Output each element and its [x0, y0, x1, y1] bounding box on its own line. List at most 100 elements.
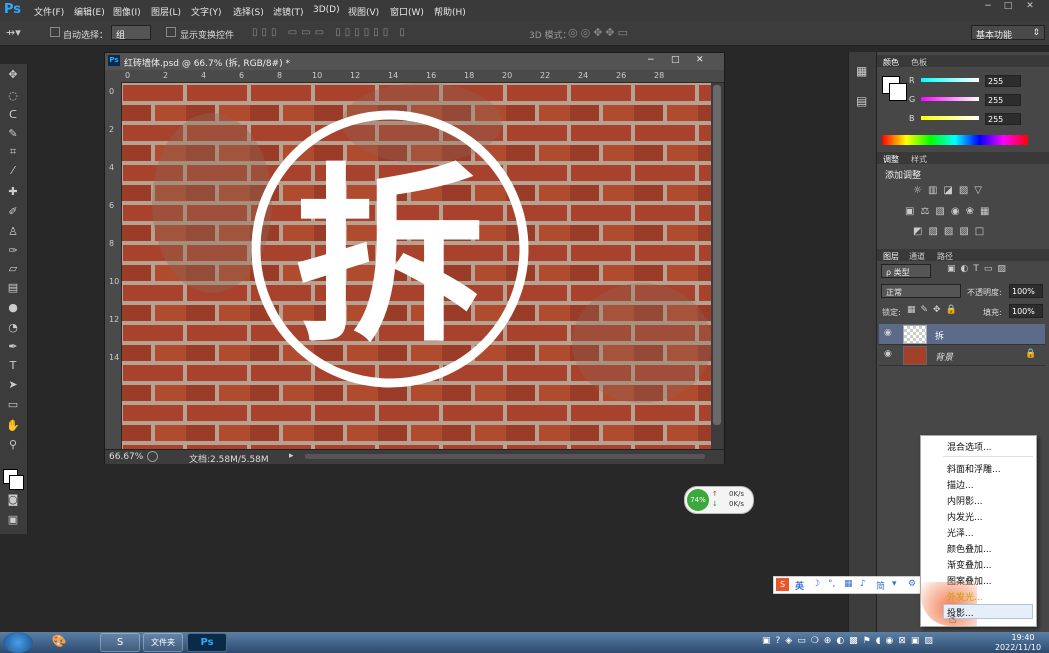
- maximize-button[interactable]: □: [998, 1, 1018, 13]
- vertical-ruler[interactable]: 0 2 4 6 8 10 12 14: [105, 82, 122, 450]
- menu-layer[interactable]: 图层(L): [151, 5, 181, 18]
- adjustment-icons-row1[interactable]: ☼▥◪▨▽: [913, 185, 1013, 196]
- background-color-swatch[interactable]: [9, 475, 24, 490]
- properties-panel-icon[interactable]: ▤: [856, 94, 867, 108]
- menu-gradient-overlay[interactable]: 渐变叠加...: [947, 558, 992, 571]
- ime-voice-icon[interactable]: ♪: [860, 579, 866, 589]
- type-tool-icon[interactable]: T: [5, 358, 21, 374]
- menu-bevel-emboss[interactable]: 斜面和浮雕...: [947, 462, 1001, 475]
- color-spectrum-bar[interactable]: [882, 135, 1028, 145]
- horizontal-scrollbar[interactable]: [305, 454, 705, 459]
- ime-toolbar[interactable]: S 英 ☽ °, ▦ ♪ 简 ▾ ⚙: [773, 576, 925, 594]
- network-monitor-widget[interactable]: 74% ↑ ↓ 0K/s 0K/s: [684, 486, 754, 514]
- menu-satin[interactable]: 光泽...: [947, 526, 974, 539]
- sogou-icon[interactable]: S: [776, 578, 789, 591]
- doc-minimize-button[interactable]: −: [647, 55, 655, 65]
- tab-channels[interactable]: 通道: [909, 251, 925, 262]
- move-tool-icon[interactable]: ✥: [5, 67, 21, 83]
- layer-filter-dropdown[interactable]: ρ 类型: [881, 264, 931, 278]
- status-arrow-icon[interactable]: ▸: [289, 451, 294, 461]
- menu-outer-glow[interactable]: 外发光...: [947, 590, 983, 603]
- blur-tool-icon[interactable]: ●: [5, 300, 21, 316]
- start-button-icon[interactable]: [3, 632, 33, 653]
- doc-close-button[interactable]: ✕: [696, 55, 704, 65]
- menu-blending-options[interactable]: 混合选项...: [947, 440, 992, 453]
- tab-color[interactable]: 颜色: [883, 57, 899, 68]
- doc-maximize-button[interactable]: □: [671, 55, 680, 65]
- screen-mode-icon[interactable]: ▣: [5, 512, 21, 528]
- menu-filter[interactable]: 滤镜(T): [273, 5, 304, 18]
- blend-mode-dropdown[interactable]: 正常: [881, 284, 961, 298]
- layer-filter-icons[interactable]: ▣◐T▭▨: [947, 264, 1011, 274]
- minimize-button[interactable]: −: [978, 1, 998, 13]
- tab-swatches[interactable]: 色板: [911, 57, 927, 68]
- eraser-tool-icon[interactable]: ▱: [5, 261, 21, 277]
- taskbar-photoshop[interactable]: Ps: [187, 633, 227, 652]
- dodge-tool-icon[interactable]: ◔: [5, 320, 21, 336]
- clock-time[interactable]: 19:40: [1003, 633, 1043, 642]
- value-b[interactable]: 255: [985, 113, 1021, 125]
- document-title-bar[interactable]: Ps 红砖墙体.psd @ 66.7% (拆, RGB/8#) * − □ ✕: [105, 53, 724, 70]
- ime-keyboard-icon[interactable]: ▦: [844, 579, 853, 589]
- value-r[interactable]: 255: [985, 75, 1021, 87]
- menu-stroke[interactable]: 描边...: [947, 478, 974, 491]
- zoom-tool-icon[interactable]: ⚲: [5, 437, 21, 453]
- pen-tool-icon[interactable]: ✒: [5, 339, 21, 355]
- ime-mode[interactable]: 简: [876, 579, 885, 592]
- taskbar-explorer[interactable]: 文件夹: [143, 633, 183, 652]
- menu-inner-shadow[interactable]: 内阴影...: [947, 494, 983, 507]
- tab-styles[interactable]: 样式: [911, 154, 927, 165]
- opacity-value[interactable]: 100%: [1009, 284, 1043, 298]
- value-g[interactable]: 255: [985, 94, 1021, 106]
- slider-r[interactable]: [921, 78, 979, 82]
- gradient-tool-icon[interactable]: ▤: [5, 280, 21, 296]
- menu-help[interactable]: 帮助(H): [434, 5, 466, 18]
- eyedropper-tool-icon[interactable]: ⁄: [5, 163, 21, 179]
- lasso-tool-icon[interactable]: ᑕ: [5, 107, 21, 123]
- tab-layers[interactable]: 图层: [883, 251, 899, 262]
- scroll-thumb[interactable]: [713, 85, 721, 425]
- crop-tool-icon[interactable]: ⌗: [5, 144, 21, 160]
- align-distribute-icons[interactable]: ▯▯▯ ▭▭▭ ▯▯▯▯▯▯ ▯: [252, 27, 512, 39]
- history-brush-icon[interactable]: ✑: [5, 243, 21, 259]
- menu-type[interactable]: 文字(Y): [191, 5, 222, 18]
- quick-mask-icon[interactable]: ◙: [5, 492, 21, 508]
- menu-edit[interactable]: 编辑(E): [74, 5, 105, 18]
- media-player-icon[interactable]: 🎨: [48, 634, 70, 651]
- clock-date[interactable]: 2022/11/10: [992, 643, 1044, 652]
- quick-select-tool-icon[interactable]: ✎: [5, 126, 21, 142]
- show-transform-checkbox[interactable]: [166, 27, 176, 37]
- ime-skin-icon[interactable]: ▾: [892, 579, 897, 589]
- vertical-scrollbar[interactable]: [711, 83, 723, 449]
- horizontal-ruler[interactable]: 0 2 4 6 8 10 12 14 16 18 20 22 24 26 28: [105, 70, 724, 83]
- menu-image[interactable]: 图像(I): [113, 5, 141, 18]
- menu-view[interactable]: 视图(V): [348, 5, 379, 18]
- ime-moon-icon[interactable]: ☽: [812, 579, 820, 589]
- slider-b[interactable]: [921, 116, 979, 120]
- healing-brush-icon[interactable]: ✚: [5, 184, 21, 200]
- auto-select-dropdown[interactable]: 组: [111, 25, 151, 41]
- workspace-dropdown[interactable]: 基本功能 ⇕: [971, 25, 1045, 41]
- ime-settings-icon[interactable]: ⚙: [908, 579, 916, 589]
- move-tool-icon[interactable]: ⇸▾: [6, 26, 21, 39]
- 3d-mode-icons[interactable]: ◎◎✥✥▭: [568, 26, 648, 39]
- status-info-icon[interactable]: [147, 451, 158, 462]
- taskbar-sogou[interactable]: S: [100, 633, 140, 652]
- lock-icons[interactable]: ▦✎✥🔒: [907, 305, 962, 315]
- marquee-tool-icon[interactable]: ◌: [5, 88, 21, 104]
- hand-tool-icon[interactable]: ✋: [5, 418, 21, 434]
- menu-file[interactable]: 文件(F): [34, 5, 64, 18]
- history-panel-icon[interactable]: ▦: [856, 64, 867, 78]
- auto-select-checkbox[interactable]: [50, 27, 60, 37]
- close-button[interactable]: ✕: [1020, 1, 1040, 13]
- menu-color-overlay[interactable]: 颜色叠加...: [947, 542, 992, 555]
- slider-g[interactable]: [921, 97, 979, 101]
- tab-adjustments[interactable]: 调整: [883, 154, 899, 165]
- menu-window[interactable]: 窗口(W): [390, 5, 424, 18]
- menu-3d[interactable]: 3D(D): [313, 5, 340, 15]
- brush-tool-icon[interactable]: ✐: [5, 204, 21, 220]
- adjustment-icons-row3[interactable]: ◩▨▨▧□: [913, 226, 1013, 237]
- adjustment-icons-row2[interactable]: ▣⚖▧◉❀▦: [905, 206, 1025, 217]
- zoom-level[interactable]: 66.67%: [109, 452, 143, 462]
- system-tray-icons[interactable]: ▣?◈▭❍⊕◐▩⚑◖◉⊠▣▨: [762, 636, 992, 646]
